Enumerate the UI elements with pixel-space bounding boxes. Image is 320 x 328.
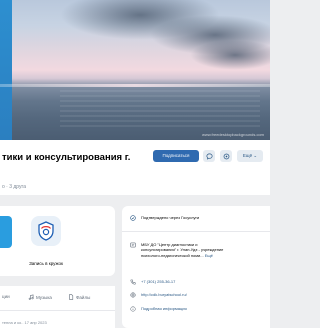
info-card: Подтверждено через Госуслуги МБУ ДО "Цен… (122, 206, 270, 328)
tab-photos[interactable]: ции (2, 294, 10, 299)
divider (0, 310, 115, 311)
left-blue-strip (0, 0, 12, 140)
more-button[interactable]: Ещё ⌄ (237, 150, 263, 162)
chevron-down-icon: ⌄ (253, 153, 258, 158)
app-link[interactable] (31, 216, 61, 246)
tab-files-label: Файлы (76, 294, 91, 300)
subscribe-button[interactable]: Подписаться (153, 150, 199, 162)
divider (122, 231, 270, 232)
music-icon (28, 294, 34, 300)
file-icon (69, 294, 74, 300)
cover-image: www.freedesktopbackgrounds.com (0, 0, 270, 140)
community-header: тики и консультирования г. о · 3 друга П… (0, 140, 270, 195)
description: МБУ ДО "Центр диагностики и консультиров… (141, 242, 233, 258)
tab-music-label: Музыка (36, 294, 52, 300)
cover-watermark: www.freedesktopbackgrounds.com (201, 132, 264, 137)
content-tabs: ции Музыка Файлы тепла и ко.. 17 апр 202… (0, 286, 115, 328)
links-card: Запись в кружок (0, 206, 115, 276)
app-link-label[interactable]: Запись в кружок (18, 261, 74, 266)
tab-music[interactable]: Музыка (28, 294, 52, 300)
sea-reflection (60, 90, 260, 130)
tab-files[interactable]: Файлы (68, 294, 90, 300)
tab-photos-label: ции (2, 294, 10, 299)
phone-number: +7 (301) 255-36-17 (141, 279, 176, 284)
shield-check-icon (130, 215, 136, 221)
notify-button[interactable] (220, 150, 232, 162)
description-more-link[interactable]: Ещё (205, 253, 213, 258)
page-title: тики и консультирования г. (2, 152, 131, 163)
friends-count[interactable]: о · 3 друга (2, 184, 26, 190)
site-link: http://cdk.buryatschool.ru/ (141, 292, 187, 297)
message-button[interactable] (203, 150, 215, 162)
details-row[interactable]: Подробная информация (130, 306, 187, 312)
message-icon (205, 152, 213, 160)
phone-icon (130, 279, 136, 285)
verified-row[interactable]: Подтверждено через Госуслуги (130, 215, 199, 221)
site-row[interactable]: http://cdk.buryatschool.ru/ (130, 292, 187, 298)
verified-text: Подтверждено через Госуслуги (141, 215, 200, 220)
cloud (190, 40, 270, 70)
blue-tab[interactable] (0, 216, 12, 248)
details-link: Подробная информация (141, 306, 187, 311)
info-icon (130, 242, 136, 248)
more-button-label: Ещё (242, 153, 253, 158)
globe-icon (130, 292, 136, 298)
info-circle-icon (130, 306, 136, 312)
sea-horizon (0, 84, 270, 87)
phone-row[interactable]: +7 (301) 255-36-17 (130, 279, 175, 285)
circle-check-icon (223, 153, 229, 159)
post-meta: тепла и ко.. 17 апр 2023 (2, 320, 47, 325)
gosuslugi-logo-icon (38, 221, 54, 241)
description-row: МБУ ДО "Центр диагностики и консультиров… (130, 242, 233, 258)
